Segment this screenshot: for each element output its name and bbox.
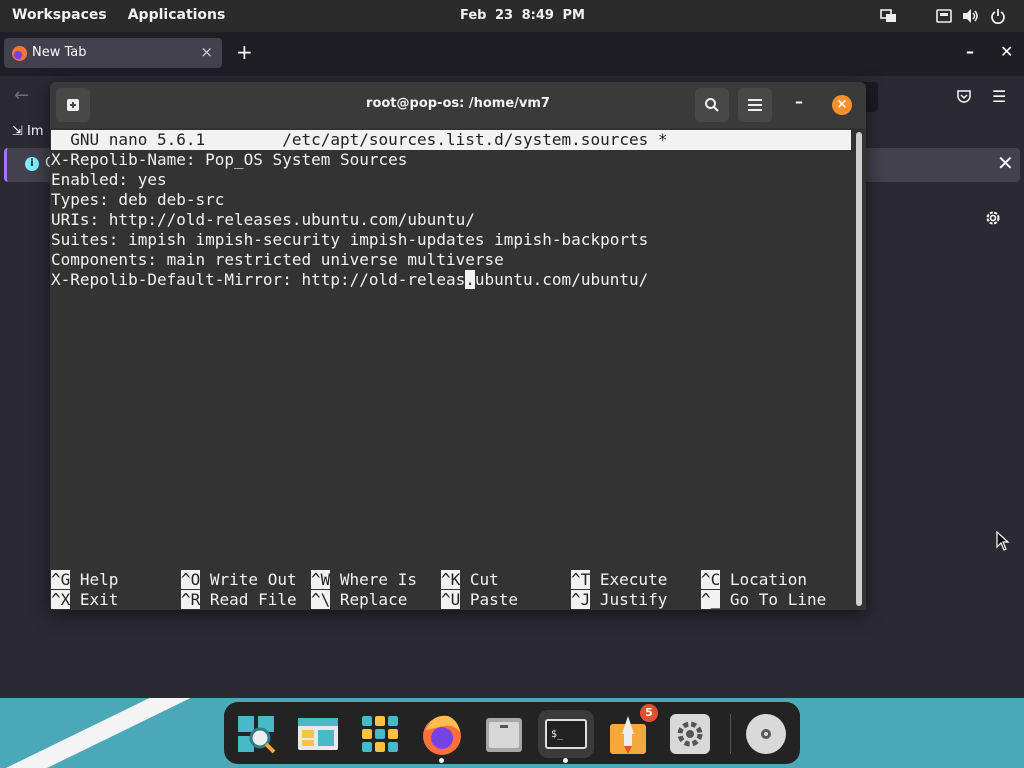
applications-button[interactable]: Applications <box>128 7 226 23</box>
terminal-screen[interactable]: GNU nano 5.6.1 /etc/apt/sources.list.d/s… <box>50 128 852 610</box>
shortcut-key: ^X <box>51 590 71 609</box>
search-app-icon[interactable] <box>232 710 280 758</box>
terminal-window: root@pop-os: /home/vm7 – × GNU nano 5.6.… <box>50 82 866 610</box>
svg-text:$_: $_ <box>551 729 564 740</box>
terminal-close-button[interactable]: × <box>832 95 852 115</box>
terminal-minimize-button[interactable]: – <box>795 92 803 111</box>
volume-icon[interactable] <box>962 8 980 24</box>
tab-close-icon[interactable]: × <box>200 43 213 61</box>
shortcut-label: Execute <box>590 570 668 589</box>
shortcut-go-to-line: ^_ Go To Line <box>701 590 826 610</box>
shortcut-replace: ^\ Replace <box>311 590 407 610</box>
bookmark-import-item[interactable]: ⇲ Im <box>12 124 44 139</box>
file-line: X-Repolib-Name: Pop_OS System Sources <box>51 150 408 169</box>
running-indicator <box>439 758 444 763</box>
info-bar-close-icon[interactable]: ✕ <box>997 151 1014 175</box>
terminal-search-button[interactable] <box>695 88 729 122</box>
browser-close-button[interactable]: ✕ <box>1000 42 1013 61</box>
file-line-mirror: X-Repolib-Default-Mirror: http://old-rel… <box>51 270 648 290</box>
shortcut-key: ^R <box>181 590 201 609</box>
shortcut-label: Write Out <box>200 570 297 589</box>
shortcut-label: Exit <box>70 590 119 609</box>
top-panel: Workspaces Applications Feb 23 8:49 PM <box>0 0 1024 32</box>
shortcut-key: ^W <box>311 570 331 589</box>
mirror-text-before: X-Repolib-Default-Mirror: http://old-rel… <box>51 270 466 289</box>
terminal-titlebar: root@pop-os: /home/vm7 – × <box>50 82 866 128</box>
mirror-text-after: ubuntu.com/ubuntu/ <box>474 270 649 289</box>
workspaces-button[interactable]: Workspaces <box>12 7 107 23</box>
dock: $_ 5 <box>224 702 800 764</box>
shortcut-label: Go To Line <box>720 590 827 609</box>
shortcut-help: ^G Help <box>51 570 118 590</box>
file-line: Suites: impish impish-security impish-up… <box>51 230 649 249</box>
file-line: Types: deb deb-src <box>51 190 225 209</box>
shortcut-location: ^C Location <box>701 570 807 590</box>
app-library-icon[interactable] <box>356 710 404 758</box>
shortcut-key: ^U <box>441 590 461 609</box>
text-cursor: . <box>465 270 475 289</box>
nano-header: GNU nano 5.6.1 /etc/apt/sources.list.d/s… <box>51 130 851 150</box>
shortcut-label: Help <box>70 570 119 589</box>
shortcut-label: Cut <box>460 570 499 589</box>
shortcut-where-is: ^W Where Is <box>311 570 417 590</box>
shortcut-key: ^\ <box>311 590 331 609</box>
terminal-app-icon[interactable]: $_ <box>538 710 594 758</box>
file-line: Enabled: yes <box>51 170 167 189</box>
tab-strip: New Tab × + – ✕ <box>0 32 1024 76</box>
shortcut-label: Justify <box>590 590 668 609</box>
shortcut-write-out: ^O Write Out <box>181 570 297 590</box>
shortcut-key: ^_ <box>701 590 721 609</box>
file-line: Components: main restricted universe mul… <box>51 250 504 269</box>
shortcut-label: Replace <box>330 590 408 609</box>
mouse-pointer-icon <box>996 531 1010 551</box>
shortcut-key: ^J <box>571 590 591 609</box>
shortcut-exit: ^X Exit <box>51 590 118 610</box>
gear-icon[interactable] <box>984 209 1002 227</box>
shortcut-label: Paste <box>460 590 519 609</box>
display-icon[interactable] <box>880 8 898 24</box>
dock-separator <box>730 714 731 754</box>
terminal-menu-button[interactable] <box>738 88 772 122</box>
new-tab-button[interactable]: + <box>236 42 253 62</box>
shortcut-label: Read File <box>200 590 297 609</box>
shortcut-read-file: ^R Read File <box>181 590 297 610</box>
terminal-scrollbar[interactable] <box>856 132 862 606</box>
back-arrow-icon[interactable]: ← <box>14 85 29 106</box>
search-icon <box>705 98 719 112</box>
shortcut-execute: ^T Execute <box>571 570 667 590</box>
shortcut-label: Where Is <box>330 570 417 589</box>
shortcut-justify: ^J Justify <box>571 590 667 610</box>
files-manager-icon[interactable] <box>294 710 342 758</box>
settings-app-icon[interactable] <box>666 710 714 758</box>
shortcut-key: ^K <box>441 570 461 589</box>
hamburger-menu-icon[interactable]: ☰ <box>992 87 1006 106</box>
hamburger-icon <box>748 99 762 111</box>
running-indicator <box>563 758 568 763</box>
browser-tab[interactable]: New Tab × <box>4 38 222 68</box>
info-icon: i <box>25 157 39 171</box>
disk-drive-icon[interactable] <box>742 710 790 758</box>
power-icon[interactable] <box>990 8 1006 24</box>
shortcut-label: Location <box>720 570 807 589</box>
shortcut-key: ^G <box>51 570 71 589</box>
browser-minimize-button[interactable]: – <box>966 42 974 61</box>
pocket-icon[interactable] <box>956 88 972 104</box>
shortcut-key: ^O <box>181 570 201 589</box>
clock-date: Feb 23 <box>460 8 514 23</box>
network-icon[interactable] <box>936 8 952 24</box>
shortcut-cut: ^K Cut <box>441 570 499 590</box>
wallpaper-stripe <box>0 698 211 768</box>
clock-time: 8:49 PM <box>521 8 585 23</box>
tab-title: New Tab <box>32 45 87 60</box>
shortcut-paste: ^U Paste <box>441 590 518 610</box>
bookmark-label: Im <box>27 124 44 139</box>
shortcut-key: ^T <box>571 570 591 589</box>
firefox-icon <box>12 46 27 61</box>
file-line: URIs: http://old-releases.ubuntu.com/ubu… <box>51 210 475 229</box>
clock[interactable]: Feb 23 8:49 PM <box>460 8 585 23</box>
firefox-app-icon[interactable] <box>418 710 466 758</box>
notification-badge: 5 <box>640 704 658 722</box>
shortcut-key: ^C <box>701 570 721 589</box>
file-cabinet-icon[interactable] <box>480 710 528 758</box>
